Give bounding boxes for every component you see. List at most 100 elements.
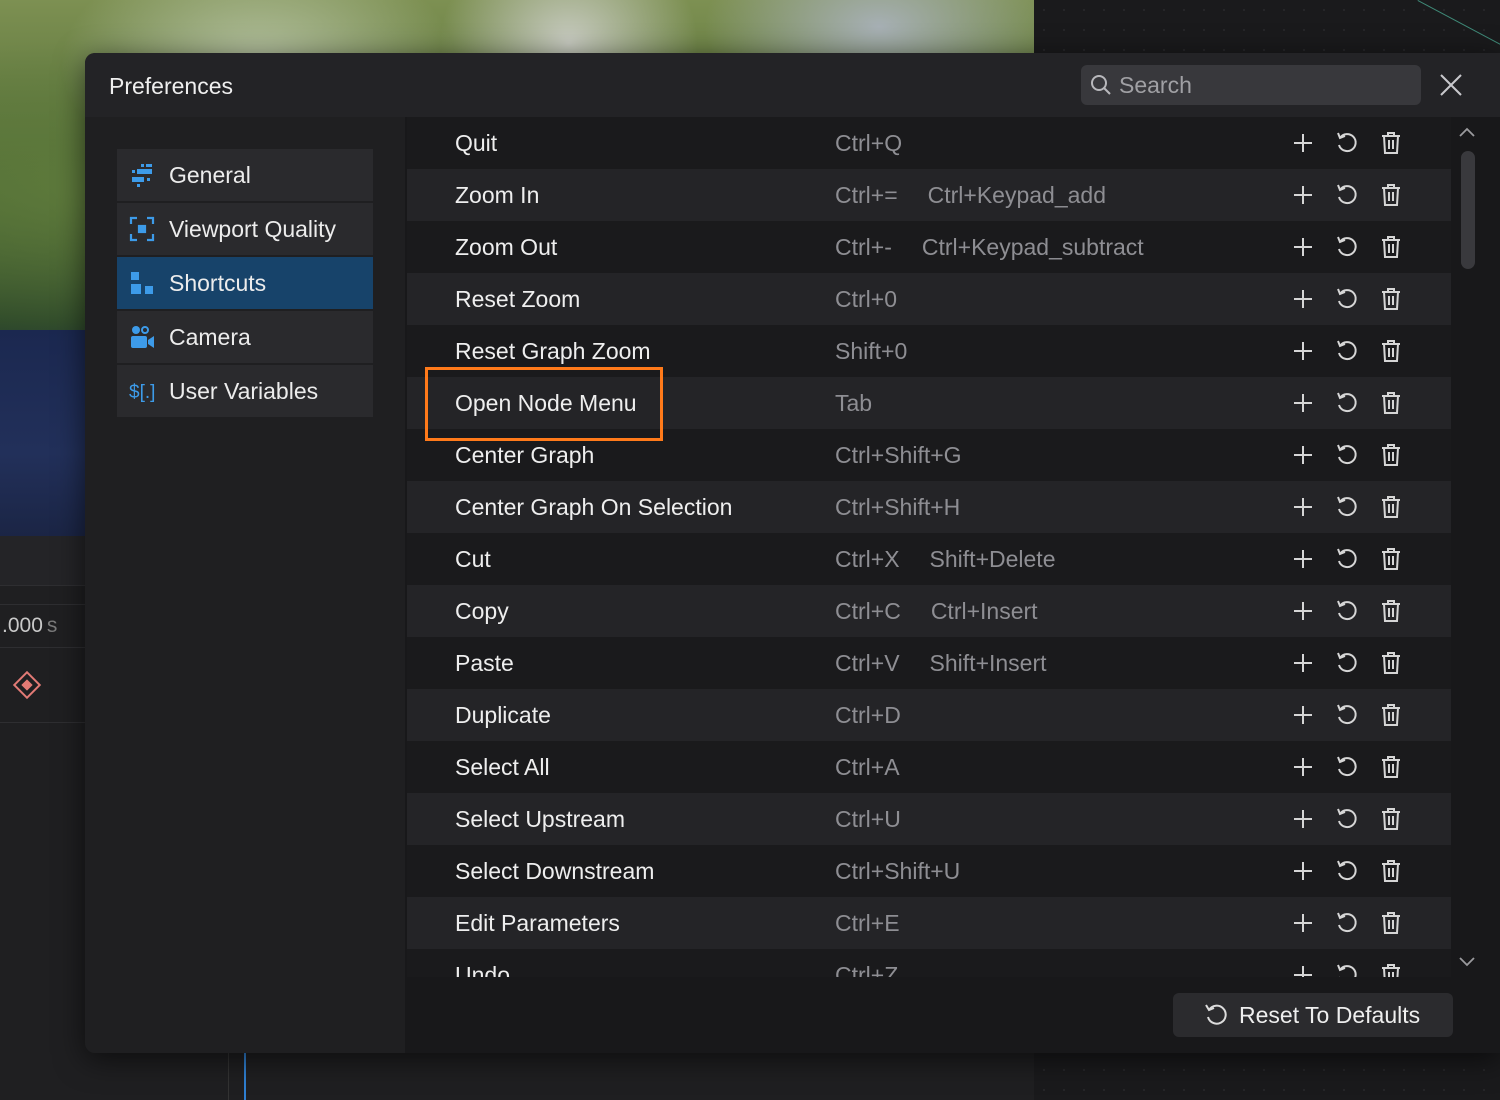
add-shortcut-icon[interactable] [1291,599,1315,623]
shortcut-key-primary[interactable]: Ctrl+Z [835,962,898,978]
delete-shortcut-icon[interactable] [1379,547,1403,571]
shortcut-key-secondary[interactable]: Shift+Insert [930,650,1047,677]
shortcut-row[interactable]: Reset Zoom Ctrl+0 [407,273,1451,325]
shortcut-key-primary[interactable]: Shift+0 [835,338,907,365]
delete-shortcut-icon[interactable] [1379,807,1403,831]
delete-shortcut-icon[interactable] [1379,755,1403,779]
delete-shortcut-icon[interactable] [1379,443,1403,467]
reset-shortcut-icon[interactable] [1335,287,1359,311]
shortcut-key-secondary[interactable]: Shift+Delete [930,546,1056,573]
add-shortcut-icon[interactable] [1291,287,1315,311]
delete-shortcut-icon[interactable] [1379,131,1403,155]
add-shortcut-icon[interactable] [1291,651,1315,675]
sidebar-item-camera[interactable]: Camera [117,311,373,363]
reset-shortcut-icon[interactable] [1335,651,1359,675]
sidebar-item-general[interactable]: General [117,149,373,201]
sidebar-item-user-variables[interactable]: $[.] User Variables [117,365,373,417]
reset-shortcut-icon[interactable] [1335,807,1359,831]
shortcut-key-primary[interactable]: Ctrl+Shift+U [835,858,960,885]
shortcut-key-primary[interactable]: Ctrl+U [835,806,901,833]
reset-shortcut-icon[interactable] [1335,495,1359,519]
shortcut-row[interactable]: Duplicate Ctrl+D [407,689,1451,741]
delete-shortcut-icon[interactable] [1379,859,1403,883]
shortcut-row[interactable]: Reset Graph Zoom Shift+0 [407,325,1451,377]
shortcut-row[interactable]: Open Node Menu Tab [407,377,1451,429]
shortcut-key-primary[interactable]: Ctrl+E [835,910,900,937]
shortcut-row[interactable]: Zoom Out Ctrl+- Ctrl+Keypad_subtract [407,221,1451,273]
shortcut-row[interactable]: Select Upstream Ctrl+U [407,793,1451,845]
shortcut-key-primary[interactable]: Tab [835,390,872,417]
reset-shortcut-icon[interactable] [1335,183,1359,207]
add-shortcut-icon[interactable] [1291,339,1315,363]
add-shortcut-icon[interactable] [1291,235,1315,259]
shortcut-key-primary[interactable]: Ctrl+C [835,598,901,625]
add-shortcut-icon[interactable] [1291,391,1315,415]
delete-shortcut-icon[interactable] [1379,963,1403,977]
search-input[interactable] [1119,65,1409,105]
add-shortcut-icon[interactable] [1291,183,1315,207]
delete-shortcut-icon[interactable] [1379,183,1403,207]
reset-shortcut-icon[interactable] [1335,547,1359,571]
delete-shortcut-icon[interactable] [1379,651,1403,675]
add-shortcut-icon[interactable] [1291,547,1315,571]
add-shortcut-icon[interactable] [1291,755,1315,779]
add-shortcut-icon[interactable] [1291,131,1315,155]
reset-shortcut-icon[interactable] [1335,911,1359,935]
shortcut-key-secondary[interactable]: Ctrl+Insert [931,598,1038,625]
shortcut-key-secondary[interactable]: Ctrl+Keypad_add [928,182,1106,209]
add-shortcut-icon[interactable] [1291,495,1315,519]
reset-shortcut-icon[interactable] [1335,859,1359,883]
delete-shortcut-icon[interactable] [1379,287,1403,311]
add-shortcut-icon[interactable] [1291,859,1315,883]
add-shortcut-icon[interactable] [1291,807,1315,831]
shortcut-row[interactable]: Paste Ctrl+V Shift+Insert [407,637,1451,689]
shortcut-row[interactable]: Select All Ctrl+A [407,741,1451,793]
close-icon[interactable] [1437,71,1465,99]
reset-shortcut-icon[interactable] [1335,443,1359,467]
sidebar-item-shortcuts[interactable]: Shortcuts [117,257,373,309]
shortcut-key-primary[interactable]: Ctrl+- [835,234,892,261]
reset-shortcut-icon[interactable] [1335,755,1359,779]
shortcut-row[interactable]: Select Downstream Ctrl+Shift+U [407,845,1451,897]
shortcut-row[interactable]: Quit Ctrl+Q [407,117,1451,169]
shortcut-row[interactable]: Zoom In Ctrl+= Ctrl+Keypad_add [407,169,1451,221]
shortcut-key-primary[interactable]: Ctrl+Shift+G [835,442,962,469]
reset-shortcut-icon[interactable] [1335,339,1359,363]
scrollbar-thumb[interactable] [1461,151,1475,269]
scroll-down-chevron-icon[interactable] [1457,951,1477,971]
delete-shortcut-icon[interactable] [1379,495,1403,519]
search-box[interactable] [1081,65,1421,105]
delete-shortcut-icon[interactable] [1379,339,1403,363]
reset-shortcut-icon[interactable] [1335,963,1359,977]
add-shortcut-icon[interactable] [1291,963,1315,977]
shortcut-key-primary[interactable]: Ctrl+Q [835,130,902,157]
add-shortcut-icon[interactable] [1291,911,1315,935]
add-shortcut-icon[interactable] [1291,443,1315,467]
shortcut-row[interactable]: Cut Ctrl+X Shift+Delete [407,533,1451,585]
delete-shortcut-icon[interactable] [1379,703,1403,727]
delete-shortcut-icon[interactable] [1379,235,1403,259]
sidebar-item-viewport-quality[interactable]: Viewport Quality [117,203,373,255]
shortcut-key-primary[interactable]: Ctrl+D [835,702,901,729]
reset-shortcut-icon[interactable] [1335,599,1359,623]
delete-shortcut-icon[interactable] [1379,911,1403,935]
add-shortcut-icon[interactable] [1291,703,1315,727]
scroll-up-chevron-icon[interactable] [1457,123,1477,143]
delete-shortcut-icon[interactable] [1379,391,1403,415]
reset-shortcut-icon[interactable] [1335,703,1359,727]
shortcut-row[interactable]: Center Graph On Selection Ctrl+Shift+H [407,481,1451,533]
shortcut-key-primary[interactable]: Ctrl+V [835,650,900,677]
shortcut-key-primary[interactable]: Ctrl+0 [835,286,897,313]
shortcut-key-primary[interactable]: Ctrl+A [835,754,900,781]
delete-shortcut-icon[interactable] [1379,599,1403,623]
reset-shortcut-icon[interactable] [1335,391,1359,415]
shortcut-key-primary[interactable]: Ctrl+X [835,546,900,573]
shortcut-row[interactable]: Center Graph Ctrl+Shift+G [407,429,1451,481]
shortcut-key-primary[interactable]: Ctrl+Shift+H [835,494,960,521]
reset-shortcut-icon[interactable] [1335,235,1359,259]
shortcut-key-secondary[interactable]: Ctrl+Keypad_subtract [922,234,1144,261]
reset-to-defaults-button[interactable]: Reset To Defaults [1173,993,1453,1037]
shortcut-row[interactable]: Undo Ctrl+Z [407,949,1451,977]
shortcut-row[interactable]: Copy Ctrl+C Ctrl+Insert [407,585,1451,637]
shortcut-row[interactable]: Edit Parameters Ctrl+E [407,897,1451,949]
